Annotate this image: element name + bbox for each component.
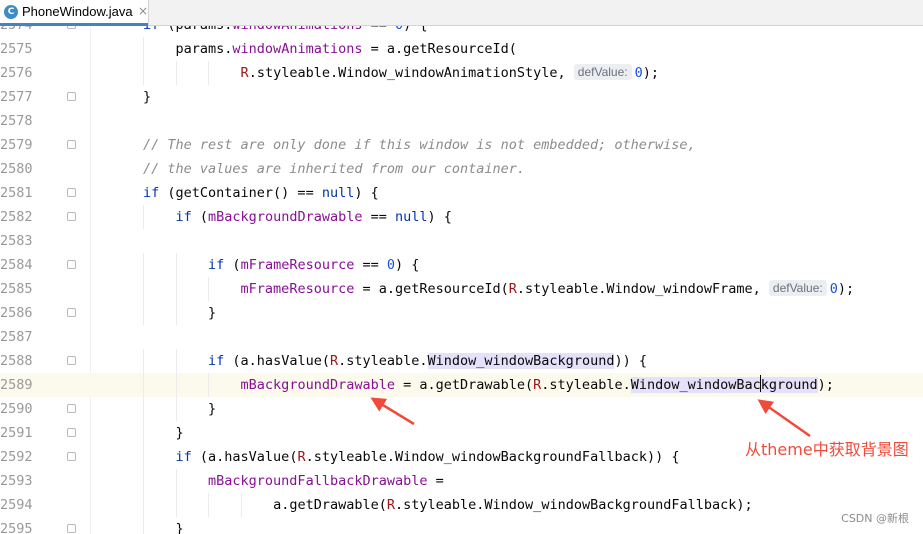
arrow-to-field [370, 397, 415, 426]
watermark: CSDN @新根 [841, 512, 909, 525]
annotation-label: 从theme中获取背景图 [745, 440, 909, 459]
arrow-to-resource [757, 399, 811, 438]
